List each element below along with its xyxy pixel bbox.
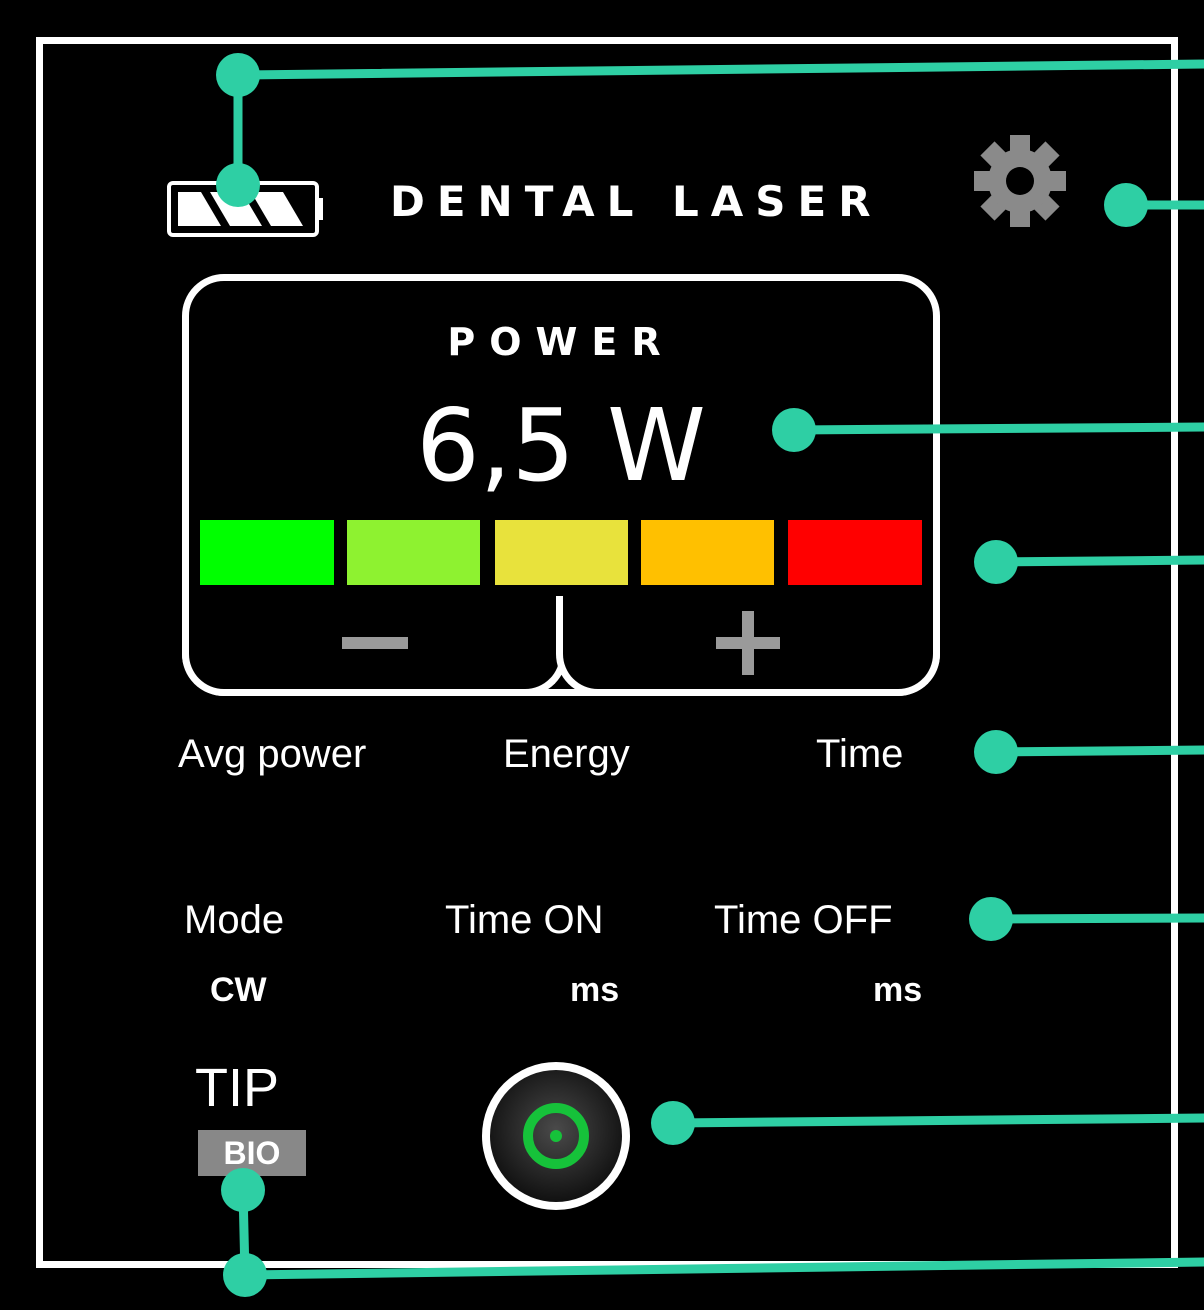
annotation-callouts <box>216 53 1204 1297</box>
